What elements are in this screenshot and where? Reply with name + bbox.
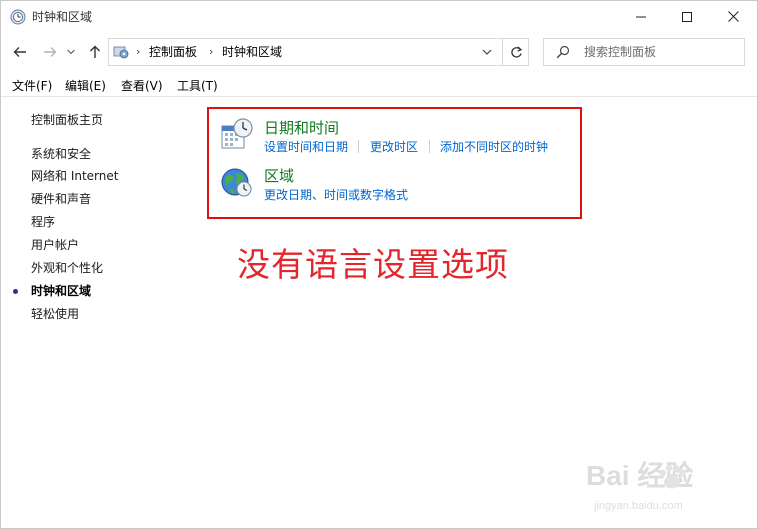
menu-view[interactable]: 查看(V) — [121, 78, 163, 94]
maximize-button[interactable] — [664, 1, 710, 32]
globe-clock-icon[interactable] — [220, 165, 254, 199]
sidebar-item-network-internet[interactable]: 网络和 Internet — [31, 168, 118, 184]
up-button[interactable] — [85, 41, 105, 63]
arrow-left-icon — [13, 47, 26, 57]
link-separator — [358, 140, 359, 153]
paw-icon — [659, 464, 686, 489]
add-clocks-link[interactable]: 添加不同时区的时钟 — [440, 139, 548, 155]
search-box[interactable]: 搜索控制面板 — [543, 38, 745, 66]
refresh-button[interactable] — [502, 39, 529, 65]
arrow-up-icon — [90, 45, 100, 58]
chevron-down-icon — [67, 49, 75, 55]
recent-locations-button[interactable] — [64, 41, 78, 63]
annotation-text: 没有语言设置选项 — [237, 245, 509, 284]
active-item-bullet-icon — [13, 289, 18, 294]
minimize-icon — [636, 16, 646, 17]
menu-edit[interactable]: 编辑(E) — [65, 78, 106, 94]
watermark-url: jingyan.baidu.com — [594, 500, 683, 512]
watermark: Bai 经验 jingyan.baidu.com — [586, 459, 746, 525]
breadcrumb-separator-icon[interactable]: › — [209, 45, 213, 59]
sidebar-item-ease-of-access[interactable]: 轻松使用 — [31, 306, 79, 322]
search-input[interactable]: 搜索控制面板 — [584, 44, 656, 60]
region-category-title[interactable]: 区域 — [264, 167, 294, 185]
menu-file[interactable]: 文件(F) — [12, 78, 52, 94]
date-time-category-title[interactable]: 日期和时间 — [264, 119, 339, 137]
close-icon — [727, 11, 739, 22]
calendar-clock-icon[interactable] — [220, 118, 254, 152]
breadcrumb-control-panel[interactable]: 控制面板 — [149, 44, 197, 60]
link-separator — [429, 140, 430, 153]
refresh-icon — [510, 46, 522, 58]
address-bar[interactable]: › 控制面板 › 时钟和区域 — [108, 38, 529, 66]
control-panel-clock-icon — [10, 9, 26, 25]
sidebar-home-link[interactable]: 控制面板主页 — [31, 112, 103, 128]
control-panel-icon — [113, 46, 129, 59]
sidebar-item-programs[interactable]: 程序 — [31, 214, 55, 230]
sidebar-item-user-accounts[interactable]: 用户帐户 — [31, 237, 79, 253]
sidebar-item-hardware-sound[interactable]: 硬件和声音 — [31, 191, 91, 207]
arrow-right-icon — [44, 47, 57, 57]
forward-button[interactable] — [40, 41, 60, 63]
change-format-link[interactable]: 更改日期、时间或数字格式 — [264, 187, 408, 203]
close-button[interactable] — [710, 1, 756, 32]
sidebar-item-appearance[interactable]: 外观和个性化 — [31, 260, 103, 276]
menu-tools[interactable]: 工具(T) — [177, 78, 218, 94]
sidebar-item-clock-region[interactable]: 时钟和区域 — [31, 283, 91, 299]
set-time-date-link[interactable]: 设置时间和日期 — [264, 139, 348, 155]
maximize-icon — [682, 11, 692, 22]
breadcrumb-separator-icon[interactable]: › — [136, 45, 140, 59]
change-timezone-link[interactable]: 更改时区 — [370, 139, 418, 155]
chevron-down-icon[interactable] — [481, 46, 493, 58]
window-title: 时钟和区域 — [32, 10, 93, 24]
sidebar-item-system-security[interactable]: 系统和安全 — [31, 146, 91, 162]
title-bar: 时钟和区域 — [1, 1, 757, 32]
search-icon — [556, 45, 570, 59]
breadcrumb-clock-region[interactable]: 时钟和区域 — [222, 44, 282, 60]
back-button[interactable] — [10, 41, 30, 63]
menu-bar: 文件(F) 编辑(E) 查看(V) 工具(T) — [1, 75, 757, 97]
minimize-button[interactable] — [618, 1, 664, 32]
